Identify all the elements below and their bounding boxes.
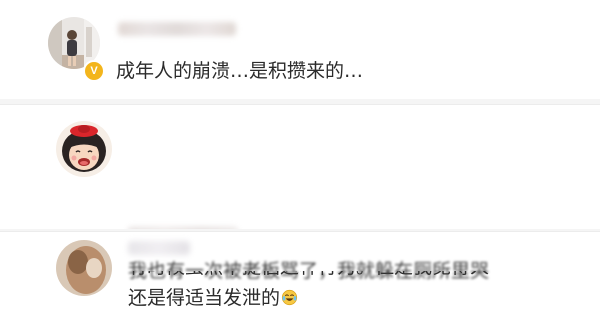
comment-text-line: 还是得适当发泄的 (128, 283, 489, 314)
comment-text-segment: 还是得适当发泄的 (128, 287, 281, 309)
username-blurred[interactable] (118, 22, 236, 36)
avatar-photo (56, 240, 112, 296)
comment-text: 我也有一次被老板骂了，我就躲在厕所里哭 (128, 260, 490, 282)
username-blurred[interactable] (128, 241, 190, 255)
cartoon-girl-avatar (56, 121, 112, 177)
comment-item[interactable]: V 成年人的崩溃…是积攒来的… (0, 0, 600, 99)
avatar[interactable] (56, 121, 112, 177)
comment-text: 成年人的崩溃…是积攒来的… (116, 60, 364, 82)
vip-badge-icon: V (83, 60, 105, 82)
laughing-crying-emoji-icon (281, 289, 298, 306)
comment-item[interactable]: 有时候虽然不提倡这种行为。但是我觉得人 还是得适当发泄的 (0, 104, 600, 309)
avatar[interactable] (56, 240, 112, 296)
